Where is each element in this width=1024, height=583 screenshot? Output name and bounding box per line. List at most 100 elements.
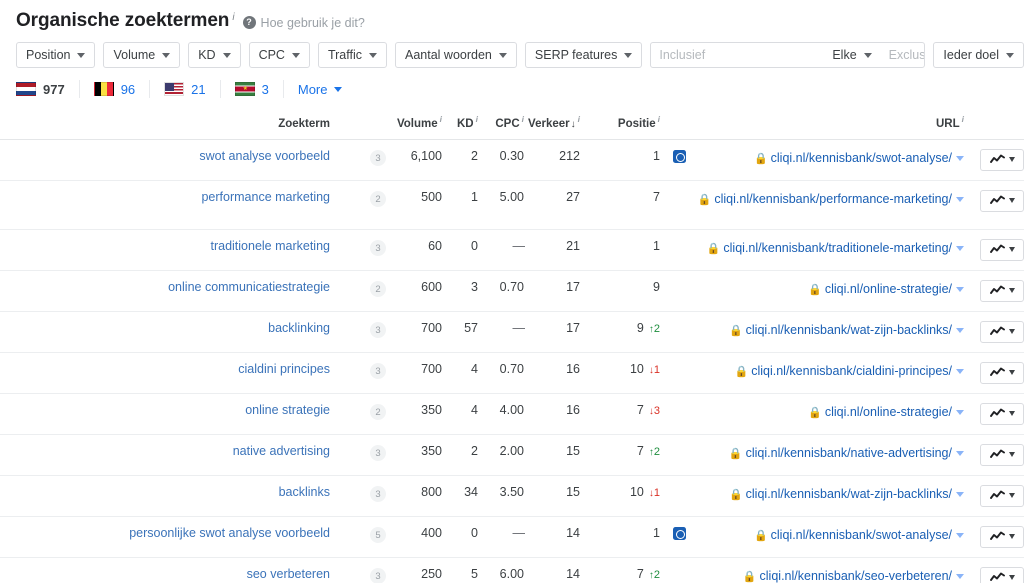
column-header-position[interactable]: Positie i <box>580 106 660 140</box>
chevron-down-icon[interactable] <box>956 287 964 293</box>
info-icon[interactable]: i <box>476 114 478 124</box>
info-icon[interactable]: i <box>578 114 580 124</box>
chart-button[interactable] <box>980 148 1024 171</box>
keyword-link[interactable]: seo verbeteren <box>247 567 330 581</box>
chevron-down-icon[interactable] <box>956 197 964 203</box>
keyword-link[interactable]: traditionele marketing <box>210 239 330 253</box>
chevron-down-icon[interactable] <box>1008 157 1015 163</box>
keyword-link[interactable]: backlinking <box>268 321 330 335</box>
url-link[interactable]: cliqi.nl/online-strategie/ <box>825 405 952 419</box>
chart-button[interactable] <box>980 189 1024 212</box>
more-countries-button[interactable]: More <box>298 82 342 97</box>
info-icon[interactable]: i <box>658 114 660 124</box>
column-header-kd[interactable]: KD i <box>442 106 478 140</box>
cell-keyword: cialdini principes <box>0 352 330 394</box>
chevron-down-icon[interactable] <box>956 328 964 334</box>
keyword-link[interactable]: swot analyse voorbeeld <box>199 149 330 163</box>
include-match-select[interactable]: Elke <box>828 43 880 67</box>
keyword-link[interactable]: persoonlijke swot analyse voorbeeld <box>129 526 330 540</box>
chevron-down-icon[interactable] <box>956 156 964 162</box>
chevron-down-icon[interactable] <box>956 369 964 375</box>
url-link[interactable]: cliqi.nl/kennisbank/cialdini-principes/ <box>751 364 952 378</box>
country-item-be[interactable]: 96 <box>93 80 151 98</box>
chart-button[interactable] <box>980 238 1024 261</box>
chevron-down-icon[interactable] <box>1008 452 1015 458</box>
filter-target-button[interactable]: Ieder doel <box>933 42 1024 68</box>
column-header-url[interactable]: URL i <box>686 106 964 140</box>
keyword-link[interactable]: cialdini principes <box>238 362 330 376</box>
chart-button[interactable] <box>980 443 1024 466</box>
column-label-position: Positie <box>617 117 656 130</box>
chevron-down-icon[interactable] <box>956 451 964 457</box>
chevron-down-icon[interactable] <box>956 492 964 498</box>
url-link[interactable]: cliqi.nl/kennisbank/performance-marketin… <box>714 192 952 206</box>
chevron-down-icon[interactable] <box>956 533 964 539</box>
filter-serp-features-button[interactable]: SERP features <box>524 42 643 68</box>
chevron-down-icon[interactable] <box>1008 493 1015 499</box>
chevron-down-icon[interactable] <box>1008 288 1015 294</box>
filter-traffic-button[interactable]: Traffic <box>317 42 388 68</box>
help-link[interactable]: ? Hoe gebruik je dit? <box>242 16 365 30</box>
chart-button[interactable] <box>980 361 1024 384</box>
chart-button[interactable] <box>980 279 1024 302</box>
url-link[interactable]: cliqi.nl/kennisbank/wat-zijn-backlinks/ <box>746 323 952 337</box>
keyword-link[interactable]: backlinks <box>279 485 330 499</box>
lock-icon: 🔒 <box>753 152 768 165</box>
url-link[interactable]: cliqi.nl/kennisbank/traditionele-marketi… <box>723 241 952 255</box>
chevron-down-icon[interactable] <box>956 574 964 580</box>
column-header-cpc[interactable]: CPC i <box>478 106 524 140</box>
chart-button[interactable] <box>980 320 1024 343</box>
keyword-link[interactable]: online communicatiestrategie <box>168 280 330 294</box>
url-link[interactable]: cliqi.nl/kennisbank/wat-zijn-backlinks/ <box>746 487 952 501</box>
question-mark-icon[interactable]: ? <box>242 16 256 29</box>
url-link[interactable]: cliqi.nl/kennisbank/seo-verbeteren/ <box>760 569 952 583</box>
filter-word-count-button[interactable]: Aantal woorden <box>395 42 517 68</box>
keyword-link[interactable]: online strategie <box>245 403 330 417</box>
filter-kd-button[interactable]: KD <box>188 42 241 68</box>
chart-button[interactable] <box>980 484 1024 507</box>
chevron-down-icon[interactable] <box>1008 370 1015 376</box>
chart-button[interactable] <box>980 525 1024 548</box>
chevron-down-icon[interactable] <box>956 410 964 416</box>
filter-volume-button[interactable]: Volume <box>103 42 181 68</box>
table-row: cialdini principes 3 700 4 0.70 16 10 ↓1 🔒 cliqi.… <box>0 352 1024 394</box>
info-icon[interactable]: i <box>962 114 964 124</box>
cell-volume: 800 <box>386 475 442 517</box>
flag-united-states-icon <box>164 82 185 96</box>
url-link[interactable]: cliqi.nl/kennisbank/swot-analyse/ <box>771 151 952 165</box>
country-item-sr[interactable]: ★ 3 <box>234 80 284 98</box>
keyword-link[interactable]: performance marketing <box>201 190 330 204</box>
chevron-down-icon[interactable] <box>1008 534 1015 540</box>
filter-position-button[interactable]: Position <box>16 42 96 68</box>
chevron-down-icon[interactable] <box>1008 575 1015 581</box>
country-item-nl[interactable]: 977 <box>16 80 80 98</box>
url-link[interactable]: cliqi.nl/kennisbank/swot-analyse/ <box>771 528 952 542</box>
chevron-down-icon[interactable] <box>1008 329 1015 335</box>
image-pack-icon[interactable] <box>673 527 686 541</box>
column-header-volume[interactable]: Volume i <box>386 106 442 140</box>
chevron-down-icon[interactable] <box>1008 411 1015 417</box>
info-icon[interactable]: i <box>440 114 442 124</box>
column-header-traffic[interactable]: Verkeer↓ i <box>524 106 580 140</box>
image-pack-icon[interactable] <box>673 150 686 164</box>
filter-traffic-label: Traffic <box>327 48 363 62</box>
chevron-down-icon[interactable] <box>1008 198 1015 204</box>
chevron-down-icon[interactable] <box>1008 247 1015 253</box>
position-value: 10 <box>629 361 644 376</box>
url-link[interactable]: cliqi.nl/online-strategie/ <box>825 282 952 296</box>
info-icon[interactable]: i <box>522 114 524 124</box>
keyword-link[interactable]: native advertising <box>233 444 330 458</box>
url-link[interactable]: cliqi.nl/kennisbank/native-advertising/ <box>746 446 952 460</box>
chevron-down-icon[interactable] <box>956 246 964 252</box>
cell-cpc: 4.00 <box>478 393 524 435</box>
filter-cpc-button[interactable]: CPC <box>248 42 310 68</box>
cell-url: 🔒 cliqi.nl/online-strategie/ <box>686 393 964 435</box>
country-item-us[interactable]: 21 <box>164 80 221 98</box>
cell-chart <box>964 352 1024 394</box>
chart-button[interactable] <box>980 566 1024 583</box>
chart-button[interactable] <box>980 402 1024 425</box>
column-header-keyword[interactable]: Zoekterm <box>0 106 330 140</box>
exclude-input[interactable] <box>880 43 925 67</box>
include-input[interactable] <box>651 43 829 67</box>
cell-cpc: 6.00 <box>478 557 524 583</box>
